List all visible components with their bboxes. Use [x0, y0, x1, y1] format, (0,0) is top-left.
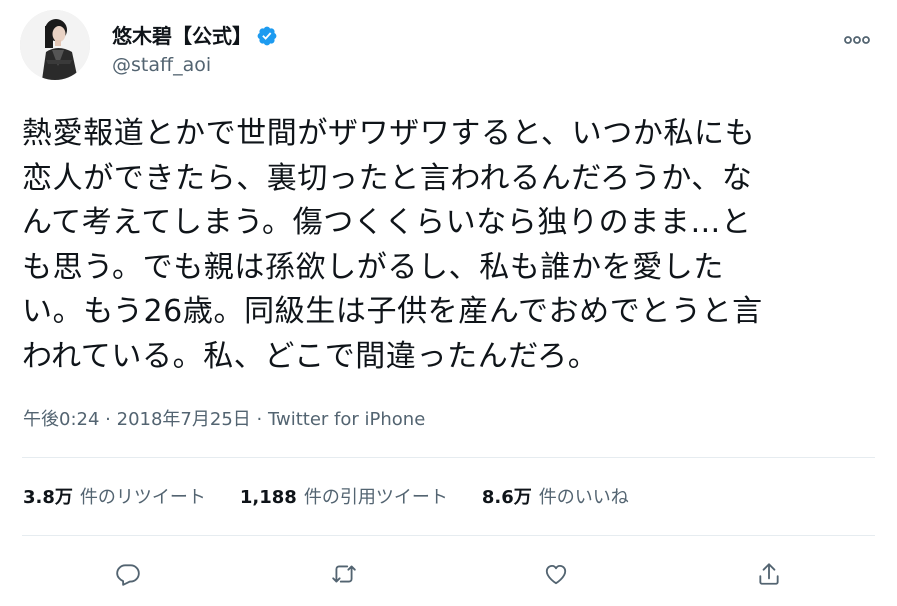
tweet-time[interactable]: 午後0:24 [23, 409, 99, 430]
verified-badge-icon [256, 25, 278, 47]
tweet-source[interactable]: Twitter for iPhone [268, 409, 425, 430]
share-button[interactable] [751, 556, 787, 592]
tweet-card: 悠木碧【公式】 @staff_aoi 熱愛報道とかで世間がザワザワすると、いつか… [0, 0, 897, 606]
share-icon [759, 563, 779, 585]
like-button[interactable] [538, 556, 574, 592]
tweet-text-line: 熱愛報道とかで世間がザワザワすると、いつか私にも [22, 116, 756, 151]
retweet-icon [332, 565, 356, 583]
quotes-count: 1,188 [239, 487, 297, 508]
tweet-text-line: 恋人ができたら、裏切ったと言われるんだろうか、な [22, 160, 753, 196]
user-handle[interactable]: @staff_aoi [112, 52, 278, 78]
quotes-stat[interactable]: 1,188 件の引用ツイート [240, 483, 448, 509]
user-name-block: 悠木碧【公式】 @staff_aoi [112, 22, 278, 78]
likes-stat[interactable]: 8.6万 件のいいね [482, 483, 629, 509]
meta-separator: · [256, 409, 263, 430]
tweet-text-line: い。もう26歳。同級生は子供を産んでおめでとうと言 [22, 294, 763, 329]
likes-label: 件のいいね [538, 487, 629, 508]
avatar[interactable] [20, 10, 90, 80]
retweets-stat[interactable]: 3.8万 件のリツイート [23, 483, 206, 509]
display-name[interactable]: 悠木碧【公式】 [112, 22, 252, 50]
tweet-stats: 3.8万 件のリツイート 1,188 件の引用ツイート 8.6万 件のいいね [23, 481, 663, 511]
tweet-actions [0, 548, 897, 598]
tweet-header: 悠木碧【公式】 @staff_aoi [20, 10, 877, 90]
tweet-text-line: んて考えてしまう。傷つくくらいなら独りのまま…と [22, 205, 752, 240]
tweet-text-line: われている。私、どこで間違ったんだろ。 [22, 338, 599, 374]
quotes-label: 件の引用ツイート [303, 487, 448, 508]
display-name-row: 悠木碧【公式】 [112, 22, 278, 50]
retweet-button[interactable] [326, 556, 362, 592]
tweet-text: 熱愛報道とかで世間がザワザワすると、いつか私にも 恋人ができたら、裏切ったと言わ… [22, 112, 872, 379]
more-dots-icon[interactable] [841, 28, 873, 52]
tweet-meta: 午後0:24 · 2018年7月25日 · Twitter for iPhone [23, 406, 425, 434]
retweets-count: 3.8万 [23, 487, 73, 508]
divider [22, 535, 875, 536]
tweet-date[interactable]: 2018年7月25日 [117, 409, 251, 430]
avatar-image [20, 10, 90, 80]
like-icon [545, 564, 567, 585]
reply-button[interactable] [110, 556, 146, 592]
divider [22, 457, 875, 458]
tweet-text-line: も思う。でも親は孫欲しがるし、私も誰かを愛した [22, 249, 724, 285]
meta-separator: · [105, 409, 111, 430]
retweets-label: 件のリツイート [79, 487, 206, 508]
likes-count: 8.6万 [481, 487, 532, 508]
reply-icon [116, 564, 140, 586]
